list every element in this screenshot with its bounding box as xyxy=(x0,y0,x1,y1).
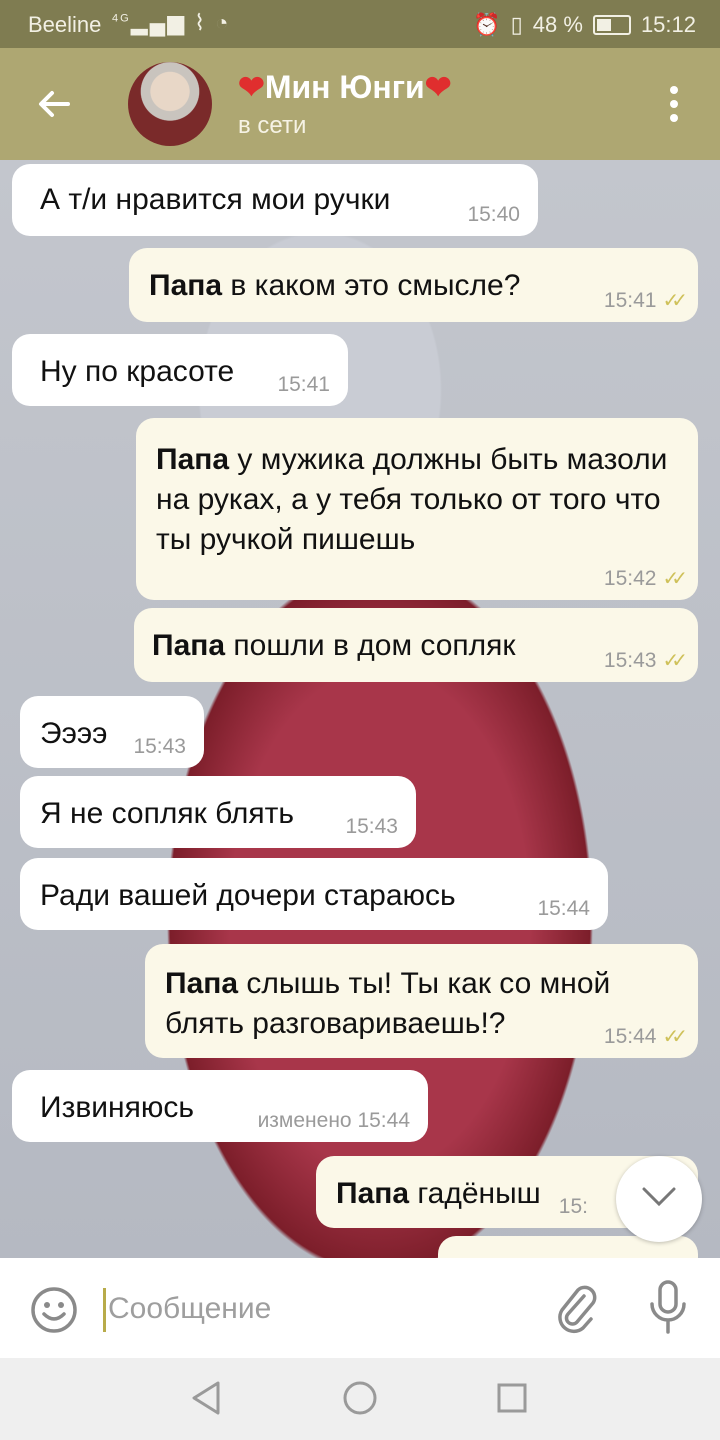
chat-area[interactable]: А т/и нравится мои ручки 15:40 Папа в ка… xyxy=(0,160,720,1258)
message-bubble[interactable]: Ээээ 15:43 xyxy=(20,696,204,768)
message-bubble[interactable]: Ради вашей дочери стараюсь 15:44 xyxy=(20,858,608,930)
message-sender: Папа xyxy=(336,1177,410,1210)
voice-record-button[interactable] xyxy=(648,1280,688,1339)
message-bubble[interactable]: Извиняюсь изменено 15:44 xyxy=(12,1070,428,1142)
more-vert-icon xyxy=(670,86,678,94)
read-check-icon: ✓✓ xyxy=(662,568,687,590)
more-menu-button[interactable] xyxy=(670,82,680,128)
clock: 15:12 xyxy=(640,12,696,37)
message-text: Я не сопляк блять xyxy=(40,797,295,830)
message-time: 15:41 ✓✓ xyxy=(603,289,688,313)
message-text: Ну по красоте xyxy=(40,355,235,388)
contact-name[interactable]: ❤Мин Юнги❤ xyxy=(238,68,452,106)
message-text: у мужика должны быть мазоли на руках, а … xyxy=(156,443,668,556)
message-text: Извиняюсь xyxy=(40,1091,194,1124)
message-text: пошли в дом сопляк xyxy=(225,629,516,662)
message-time: 15:43 ✓✓ xyxy=(603,649,688,673)
nav-back-button[interactable] xyxy=(190,1380,222,1421)
contact-avatar[interactable] xyxy=(128,62,212,146)
message-sender: Папа xyxy=(165,967,239,1000)
message-text: А т/и нравится мои ручки xyxy=(40,183,391,216)
signal-icons: 4G▂▄▆ ⌇ ◔ xyxy=(112,10,231,35)
paperclip-icon xyxy=(558,1285,597,1334)
message-time: 15: xyxy=(558,1195,588,1218)
read-check-icon: ✓✓ xyxy=(662,650,687,672)
message-time: 15:43 xyxy=(345,815,398,838)
menu-dot xyxy=(670,100,678,108)
message-text: Ради вашей дочери стараюсь xyxy=(40,879,456,912)
alarm-icon: ⏰ xyxy=(473,12,501,37)
message-sender: Папа xyxy=(149,269,223,302)
message-bubble[interactable]: Папа у мужика должны быть мазоли на рука… xyxy=(136,418,698,600)
message-time-text: 15:41 xyxy=(603,289,657,312)
circle-home-icon xyxy=(343,1381,377,1415)
message-time: 15:42 ✓✓ xyxy=(603,567,688,591)
system-nav-bar xyxy=(0,1358,720,1440)
battery-percent: 48 % xyxy=(532,12,583,37)
battery-icon xyxy=(592,15,631,35)
message-sender: Папа xyxy=(152,629,226,662)
message-time-text: 15:43 xyxy=(603,649,657,672)
back-button[interactable] xyxy=(34,84,74,131)
emoji-button[interactable] xyxy=(30,1286,78,1339)
nav-home-button[interactable] xyxy=(342,1380,378,1421)
status-right: ⏰ ▯ 48 % 15:12 xyxy=(473,12,696,38)
read-check-icon: ✓✓ xyxy=(662,1026,687,1048)
carrier-name: Beeline xyxy=(28,12,102,37)
smile-icon xyxy=(31,1287,77,1333)
message-text: гадёныш xyxy=(409,1177,541,1210)
heart-icon: ❤ xyxy=(424,69,452,105)
arrow-left-icon xyxy=(39,91,70,117)
mic-icon xyxy=(650,1280,686,1334)
message-time: 15:44 ✓✓ xyxy=(603,1025,688,1049)
contact-status: в сети xyxy=(238,112,307,139)
nav-recents-button[interactable] xyxy=(496,1380,528,1421)
message-text: Ээээ xyxy=(40,717,108,750)
chevron-down-icon xyxy=(642,1187,676,1207)
vibrate-icon: ▯ xyxy=(510,12,523,37)
message-time-text: 15:42 xyxy=(603,567,657,590)
message-time: 15:40 xyxy=(467,203,520,226)
message-time: 15:41 xyxy=(277,373,330,396)
message-bubble[interactable]: Папа в каком это смысле? 15:41 ✓✓ xyxy=(129,248,698,322)
message-bubble[interactable]: Я не сопляк блять 15:43 xyxy=(20,776,416,848)
message-input[interactable] xyxy=(106,1284,530,1334)
chat-header: ❤Мин Юнги❤ в сети xyxy=(0,48,720,160)
message-bubble[interactable]: Папа слышь ты! Ты как со мной блять разг… xyxy=(145,944,698,1058)
message-time: 15:43 xyxy=(133,735,186,758)
attach-button[interactable] xyxy=(554,1282,598,1339)
square-recents-icon xyxy=(497,1383,527,1413)
contact-name-text: Мин Юнги xyxy=(264,69,425,105)
network-type: 4G xyxy=(112,12,131,25)
menu-dot xyxy=(670,114,678,122)
message-bubble[interactable]: Ну по красоте 15:41 xyxy=(12,334,348,406)
read-check-icon: ✓✓ xyxy=(662,290,687,312)
triangle-back-icon xyxy=(192,1381,220,1415)
message-bubble[interactable]: А т/и нравится мои ручки 15:40 xyxy=(12,164,538,236)
scroll-down-button[interactable] xyxy=(616,1156,702,1242)
status-bar: Beeline 4G▂▄▆ ⌇ ◔ ⏰ ▯ 48 % 15:12 xyxy=(0,0,720,48)
message-bubble[interactable]: Папа пошли в дом сопляк 15:43 ✓✓ xyxy=(134,608,698,682)
message-time-text: 15:44 xyxy=(603,1025,657,1048)
message-time: 15:44 xyxy=(537,897,590,920)
heart-icon: ❤ xyxy=(238,69,265,105)
message-text: в каком это смысле? xyxy=(222,269,521,302)
message-input-bar xyxy=(0,1258,720,1358)
message-time: изменено 15:44 xyxy=(257,1109,410,1132)
message-sender: Папа xyxy=(156,443,230,476)
